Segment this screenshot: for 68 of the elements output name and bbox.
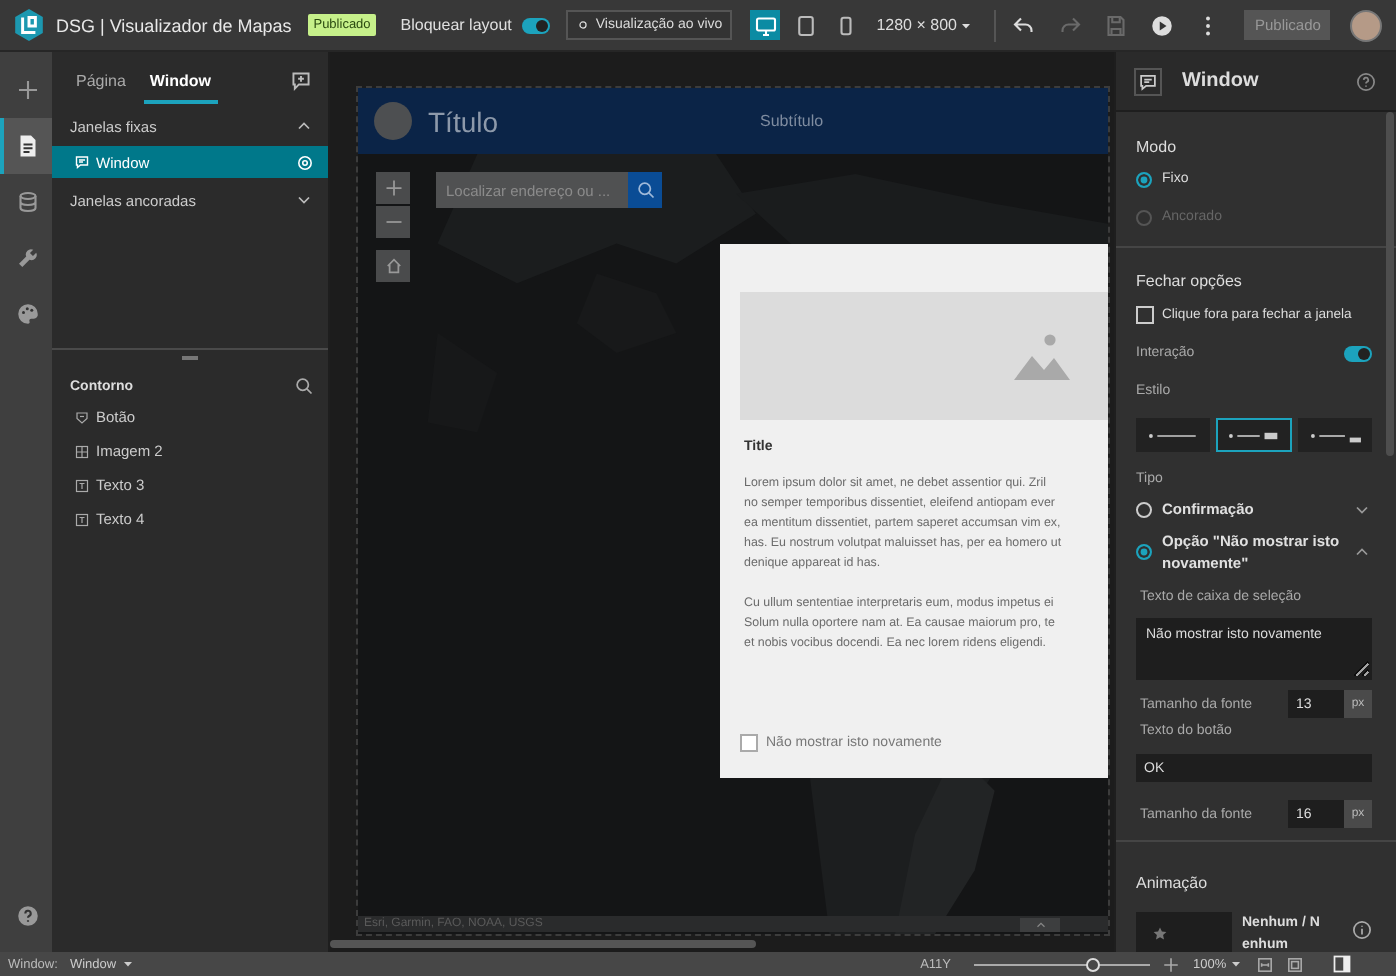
plus-icon — [383, 178, 403, 198]
expand-button[interactable] — [1020, 917, 1060, 931]
zoom-out-button[interactable] — [376, 206, 410, 238]
help-icon — [16, 904, 40, 928]
plus-icon — [16, 78, 40, 102]
star-icon — [1152, 926, 1168, 942]
search-button[interactable] — [628, 172, 662, 208]
style-option[interactable] — [1216, 418, 1292, 452]
grid-icon — [74, 443, 90, 459]
panel-title: Window — [1182, 70, 1261, 92]
undo-icon — [1012, 13, 1037, 37]
radio-button[interactable] — [1136, 544, 1152, 560]
text-box-icon — [74, 477, 90, 493]
slider-thumb[interactable] — [1085, 957, 1100, 971]
chevron-up-icon — [1033, 917, 1047, 931]
zoom-in-button[interactable] — [376, 172, 410, 204]
target-icon — [296, 153, 314, 171]
section-label: Modo — [1136, 135, 1179, 159]
fit-page-icon[interactable] — [1286, 955, 1305, 973]
caret-down-icon — [1228, 956, 1245, 972]
info-icon[interactable] — [1352, 920, 1372, 940]
lock-layout-label: Bloquear layout — [400, 16, 512, 34]
search-icon[interactable] — [294, 376, 314, 396]
section-label: Animação — [1136, 871, 1210, 896]
play-icon — [1150, 13, 1175, 37]
user-avatar[interactable] — [1350, 9, 1383, 41]
radio-button[interactable] — [1136, 171, 1152, 187]
panel-tab[interactable]: Página — [70, 72, 132, 104]
style-option[interactable] — [1297, 418, 1372, 452]
panel-tab[interactable]: Window — [143, 72, 218, 104]
search-icon — [635, 180, 655, 200]
logo-placeholder — [374, 102, 412, 140]
scrollbar[interactable] — [330, 940, 756, 948]
app-heading: Título — [428, 105, 499, 137]
app-title: DSG | Visualizador de Mapas — [56, 15, 292, 35]
desktop-view-button[interactable] — [750, 10, 781, 40]
shield-icon — [74, 409, 90, 425]
resolution-dropdown[interactable]: 1280 × 800 — [876, 16, 975, 34]
section-label: Fechar opções — [1136, 269, 1244, 294]
document-icon — [16, 134, 40, 158]
help-icon[interactable] — [1356, 71, 1376, 91]
resize-handle[interactable] — [182, 356, 198, 360]
zoom-in-icon[interactable] — [1162, 955, 1181, 973]
desktop-icon — [753, 13, 778, 37]
window-icon — [1134, 67, 1162, 95]
document-button[interactable] — [0, 118, 52, 174]
add-window-icon[interactable] — [290, 70, 312, 92]
chat-icon — [74, 154, 90, 170]
checkbox[interactable] — [1136, 306, 1154, 324]
interaction-toggle[interactable] — [1344, 345, 1372, 361]
redo-icon — [1058, 13, 1083, 37]
app-subtitle: Subtítulo — [760, 112, 824, 130]
home-icon — [383, 256, 403, 276]
palette-icon — [16, 302, 40, 326]
caret-down-icon — [120, 956, 137, 972]
app-logo — [12, 8, 46, 42]
home-button[interactable] — [376, 250, 410, 282]
style-option[interactable] — [1136, 418, 1211, 452]
checkbox[interactable] — [740, 734, 758, 752]
text-box-icon — [74, 511, 90, 527]
fit-width-icon[interactable] — [1256, 955, 1275, 973]
wrench-icon — [16, 246, 40, 270]
lock-layout-toggle[interactable] — [521, 17, 550, 33]
save-icon — [1104, 13, 1129, 37]
database-icon — [16, 190, 40, 214]
circle-icon — [575, 18, 590, 32]
panel-toggle-icon[interactable] — [1332, 954, 1353, 974]
tablet-icon — [793, 13, 818, 37]
